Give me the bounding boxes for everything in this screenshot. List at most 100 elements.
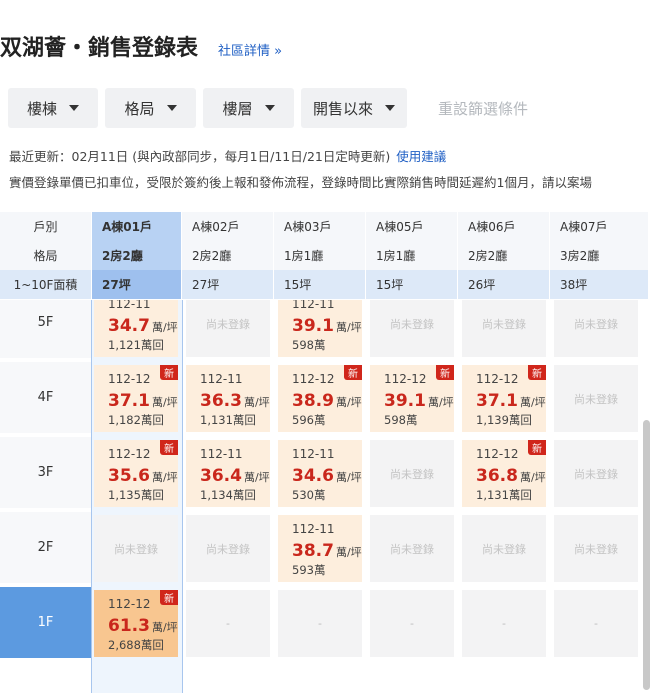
layout-row-label: 格局 [0,241,92,270]
unit-cell-none: - [370,590,454,657]
layout-filter[interactable]: 格局 [105,88,196,128]
caret-down-icon [264,105,275,111]
unit-cell-sale[interactable]: 112-12 37.1 萬/坪 1,182萬回 新 [94,365,178,432]
unit-cell-unregistered: 尚未登錄 [462,300,546,357]
price-unit: 萬/坪 [151,471,178,484]
unit-header-2[interactable]: A棟02戶 [182,212,274,241]
unit-cell-sale[interactable]: 112-11 34.7 萬/坪 1,121萬回 [94,300,178,357]
unit-cell-unregistered: 尚未登錄 [554,515,638,582]
floor-label: 3F [0,437,91,509]
price-unit: 萬/坪 [519,471,546,484]
price-unit: 萬/坪 [243,471,270,484]
floor-row-3F: 3F 112-12 35.6 萬/坪 1,135萬回新 112-11 36.4 萬/坪 1,13… [0,437,651,509]
unit-cell-sale[interactable]: 112-12 35.6 萬/坪 1,135萬回 新 [94,440,178,507]
price-unit: 萬/坪 [151,321,178,334]
price-unit: 萬/坪 [243,396,270,409]
building-filter[interactable]: 樓棟 [8,88,98,128]
price-unit: 萬/坪 [335,471,362,484]
floor-filter[interactable]: 樓層 [203,88,294,128]
sale-date: 112-12 [384,372,427,386]
unit-price: 37.1 萬/坪 [108,391,178,411]
floor-label: 2F [0,512,91,584]
floor-grid: 5F 112-11 34.7 萬/坪 1,121萬回 尚未登錄 112-11 39.1 萬/坪 5… [0,300,651,693]
floor-row-5F: 5F 112-11 34.7 萬/坪 1,121萬回 尚未登錄 112-11 39.1 萬/坪 5… [0,300,651,359]
unit-header-6[interactable]: A棟07戶 [550,212,649,241]
sale-date: 112-11 [200,372,243,386]
price-unit: 萬/坪 [427,396,454,409]
price-unit: 萬/坪 [151,621,178,634]
caret-down-icon [385,105,395,111]
floor-row-1F: 1F 112-12 61.3 萬/坪 2,688萬回新 - - - - - [0,587,651,659]
unit-price: 36.4 萬/坪 [200,466,270,486]
sale-date: 112-11 [108,300,151,311]
new-badge: 新 [528,365,546,380]
usage-tips-link[interactable]: 使用建議 [396,149,446,164]
community-details-link[interactable]: 社區詳情 » [218,40,282,59]
price-value: 36.8 [476,466,518,486]
unit-cell-sale[interactable]: 112-11 34.6 萬/坪 530萬 [278,440,362,507]
reset-filters-button[interactable]: 重設篩選條件 [438,98,528,119]
price-value: 34.6 [292,466,334,486]
scrollbar[interactable] [643,420,650,690]
area-row-label: 1~10F面積 [0,270,92,299]
layout-header-3: 1房1廳 [274,241,366,270]
sale-date: 112-12 [108,447,151,461]
sales-table: 戶別 A棟01戶 A棟02戶 A棟03戶 A棟05戶 A棟06戶 A棟07戶 格局 2房2… [0,212,651,693]
unit-cell-unregistered: 尚未登錄 [370,440,454,507]
unit-cell-unregistered: 尚未登錄 [554,300,638,357]
area-header-4: 15坪 [366,270,458,299]
unit-cell-sale[interactable]: 112-11 39.1 萬/坪 598萬 [278,300,362,357]
floor-label: 5F [0,300,91,359]
unit-price: 37.1 萬/坪 [476,391,546,411]
unit-cell-sale[interactable]: 112-12 38.9 萬/坪 596萬 新 [278,365,362,432]
new-badge: 新 [160,440,178,455]
unit-header-5[interactable]: A棟06戶 [458,212,550,241]
unit-cell-sale[interactable]: 112-11 36.4 萬/坪 1,134萬回 [186,440,270,507]
price-unit: 萬/坪 [519,396,546,409]
unit-header-row: 戶別 A棟01戶 A棟02戶 A棟03戶 A棟05戶 A棟06戶 A棟07戶 [0,212,651,241]
area-header-3: 15坪 [274,270,366,299]
unit-price: 38.9 萬/坪 [292,391,362,411]
unit-header-1[interactable]: A棟01戶 [92,212,182,241]
unit-cell-sale[interactable]: 112-12 37.1 萬/坪 1,139萬回 新 [462,365,546,432]
page-title: 双湖薈・銷售登錄表 [0,36,199,61]
unit-header-4[interactable]: A棟05戶 [366,212,458,241]
floor-filter-label: 樓層 [222,99,253,118]
sale-date: 112-11 [292,300,335,311]
unit-cell-sale[interactable]: 112-12 36.8 萬/坪 1,131萬回 新 [462,440,546,507]
unit-cell-none: - [462,590,546,657]
total-price: 1,135萬回 [108,488,164,502]
new-badge: 新 [436,365,454,380]
new-badge: 新 [160,365,178,380]
total-price: 598萬 [292,338,326,352]
layout-header-2: 2房2廳 [182,241,274,270]
new-badge: 新 [344,365,362,380]
unit-cell-unregistered: 尚未登錄 [554,365,638,432]
sale-date: 112-11 [292,522,335,536]
unit-header-3[interactable]: A棟03戶 [274,212,366,241]
unit-cell-none: - [278,590,362,657]
sale-date: 112-12 [476,447,519,461]
price-unit: 萬/坪 [335,321,362,334]
unit-cell-unregistered: 尚未登錄 [186,300,270,357]
total-price: 1,121萬回 [108,338,164,352]
unit-cell-sale[interactable]: 112-12 61.3 萬/坪 2,688萬回 新 [94,590,178,657]
sale-date: 112-12 [108,372,151,386]
unit-price: 38.7 萬/坪 [292,541,362,561]
new-badge: 新 [528,440,546,455]
layout-header-6: 3房2廳 [550,241,649,270]
period-filter[interactable]: 開售以來 [301,88,407,128]
price-unit: 萬/坪 [335,546,362,559]
unit-cell-sale[interactable]: 112-11 36.3 萬/坪 1,131萬回 [186,365,270,432]
unit-cell-sale[interactable]: 112-11 38.7 萬/坪 593萬 [278,515,362,582]
total-price: 596萬 [292,413,326,427]
unit-cell-sale[interactable]: 112-12 39.1 萬/坪 598萬 新 [370,365,454,432]
total-price: 1,139萬回 [476,413,532,427]
unit-cell-unregistered: 尚未登錄 [94,515,178,582]
caret-down-icon [166,105,177,111]
unit-cell-none: - [186,590,270,657]
floor-row-2F: 2F 尚未登錄 尚未登錄 112-11 38.7 萬/坪 593萬 尚未登錄 尚未登錄 尚未登錄 [0,512,651,584]
price-value: 37.1 [476,391,518,411]
price-value: 37.1 [108,391,150,411]
layout-header-1: 2房2廳 [92,241,182,270]
